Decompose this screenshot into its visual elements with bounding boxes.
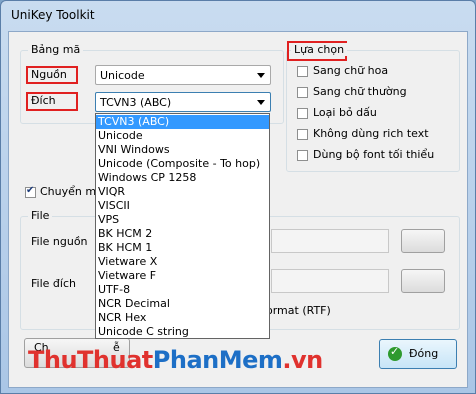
- clipboard-label: Chuyển mã: [40, 185, 103, 198]
- bang-ma-label: Bảng mã: [28, 43, 84, 56]
- dest-encoding-dropdown-list[interactable]: TCVN3 (ABC) Unicode VNI Windows Unicode (Co…: [95, 113, 270, 339]
- dropdown-option[interactable]: Vietware F: [96, 269, 269, 283]
- rtf-format-label: ormat (RTF): [266, 304, 331, 317]
- dropdown-option[interactable]: Unicode (Composite - To hop): [96, 157, 269, 171]
- file-dest-input[interactable]: [271, 269, 389, 293]
- min-font-label: Dùng bộ font tối thiểu: [313, 148, 435, 161]
- dropdown-option[interactable]: VISCII: [96, 199, 269, 213]
- file-dest-browse-button[interactable]: [401, 269, 445, 293]
- options-label: Lựa chọn: [291, 43, 348, 56]
- file-group-label: File: [28, 209, 53, 222]
- file-source-label: File nguồn: [31, 235, 88, 248]
- window-title: UniKey Toolkit: [11, 8, 95, 22]
- dropdown-option[interactable]: BK HCM 2: [96, 227, 269, 241]
- dropdown-option[interactable]: TCVN3 (ABC): [96, 115, 269, 129]
- dest-encoding-select[interactable]: TCVN3 (ABC): [95, 92, 271, 112]
- check-icon: [388, 345, 402, 361]
- uppercase-checkbox[interactable]: [297, 66, 308, 77]
- dest-encoding-value: TCVN3 (ABC): [100, 96, 172, 109]
- dropdown-option[interactable]: Unicode: [96, 129, 269, 143]
- source-encoding-value: Unicode: [100, 69, 145, 82]
- chevron-down-icon: [257, 73, 265, 78]
- close-button[interactable]: Đóng: [379, 339, 457, 369]
- no-rich-text-label: Không dùng rich text: [313, 127, 429, 140]
- lowercase-checkbox[interactable]: [297, 87, 308, 98]
- source-encoding-select[interactable]: Unicode: [95, 65, 271, 85]
- dropdown-option[interactable]: VIQR: [96, 185, 269, 199]
- chevron-down-icon: [257, 100, 265, 105]
- dropdown-option[interactable]: VNI Windows: [96, 143, 269, 157]
- watermark-part3: .vn: [282, 346, 323, 374]
- dest-label: Đích: [31, 94, 56, 107]
- dropdown-option[interactable]: BK HCM 1: [96, 241, 269, 255]
- title-bar[interactable]: UniKey Toolkit: [1, 1, 475, 31]
- remove-accents-label: Loại bỏ dấu: [313, 106, 377, 119]
- no-rich-text-checkbox[interactable]: [297, 129, 308, 140]
- dropdown-option[interactable]: NCR Decimal: [96, 297, 269, 311]
- watermark-part2: PhanMem: [152, 346, 283, 374]
- dropdown-option[interactable]: UTF-8: [96, 283, 269, 297]
- window: UniKey Toolkit Bảng mã Nguồn Unicode Đíc…: [0, 0, 476, 394]
- dropdown-option[interactable]: Unicode C string: [96, 325, 269, 339]
- uppercase-label: Sang chữ hoa: [313, 64, 389, 77]
- file-source-browse-button[interactable]: [401, 229, 445, 253]
- dropdown-option[interactable]: NCR Hex: [96, 311, 269, 325]
- file-dest-label: File đích: [31, 277, 76, 290]
- source-label: Nguồn: [31, 68, 67, 81]
- file-source-input[interactable]: [271, 229, 389, 253]
- lowercase-label: Sang chữ thường: [313, 85, 407, 98]
- clipboard-checkbox[interactable]: [25, 185, 36, 198]
- watermark: ThuThuatPhanMem.vn: [28, 346, 323, 374]
- remove-accents-checkbox[interactable]: [297, 108, 308, 119]
- close-button-label: Đóng: [409, 347, 439, 360]
- dropdown-option[interactable]: Vietware X: [96, 255, 269, 269]
- min-font-checkbox[interactable]: [297, 150, 308, 161]
- dropdown-option[interactable]: VPS: [96, 213, 269, 227]
- watermark-part1: ThuThuat: [28, 346, 153, 374]
- dropdown-option[interactable]: Windows CP 1258: [96, 171, 269, 185]
